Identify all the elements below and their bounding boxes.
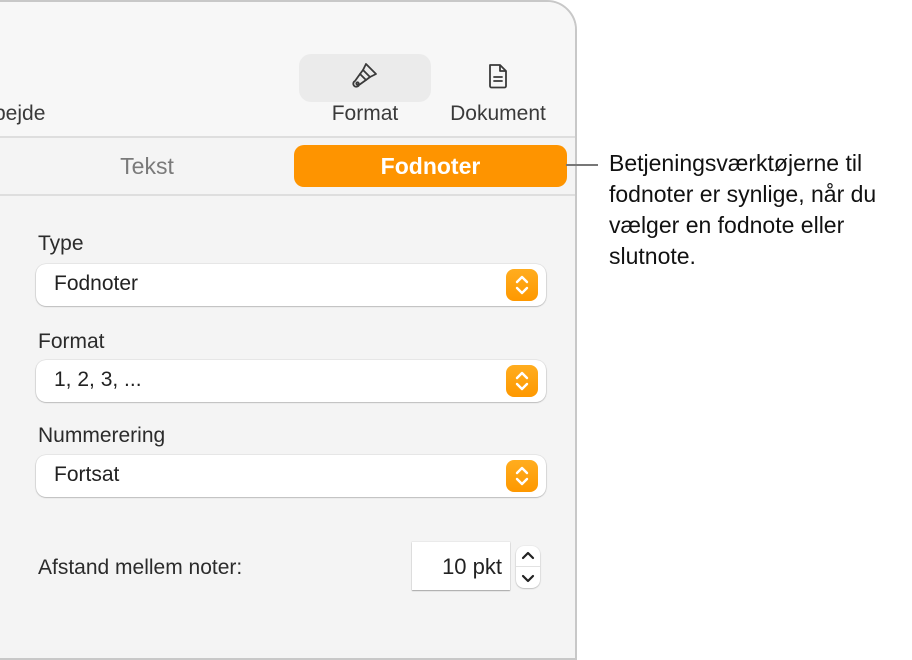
chevron-up-icon [521, 551, 535, 560]
numbering-select-value: Fortsat [54, 463, 120, 486]
footnotes-settings: Type Fodnoter Format 1, 2, 3, ... Nummer… [0, 196, 575, 658]
tab-tekst[interactable]: Tekst [22, 145, 272, 187]
type-select[interactable]: Fodnoter [36, 264, 546, 306]
format-label: Format [38, 330, 105, 353]
chevron-down-icon [521, 574, 535, 582]
stepper-decrement[interactable] [516, 567, 540, 588]
type-select-value: Fodnoter [54, 272, 139, 295]
inspector-tabs: Tekst Fodnoter [0, 138, 575, 194]
numbering-label: Nummerering [38, 424, 166, 447]
chevron-up-down-icon [506, 365, 538, 397]
stepper-increment[interactable] [516, 546, 540, 567]
format-inspector-panel: bejde Format Dokument [0, 0, 577, 660]
type-label: Type [38, 232, 84, 255]
document-button[interactable] [432, 54, 564, 102]
callout-leader-line [566, 164, 598, 166]
note-spacing-value: 10 pkt [442, 554, 502, 579]
tab-fodnoter[interactable]: Fodnoter [294, 145, 567, 187]
callout-text: Betjeningsværktøjerne til fodnoter er sy… [609, 150, 877, 269]
format-button-label[interactable]: Format [299, 102, 431, 126]
chevron-up-down-icon [506, 460, 538, 492]
inspector-toolbar: bejde Format Dokument [0, 2, 575, 136]
note-spacing-label: Afstand mellem noter: [38, 556, 243, 579]
document-button-label[interactable]: Dokument [432, 102, 564, 126]
format-select-value: 1, 2, 3, ... [54, 368, 142, 391]
document-icon [487, 62, 509, 95]
numbering-select[interactable]: Fortsat [36, 455, 546, 497]
format-select[interactable]: 1, 2, 3, ... [36, 360, 546, 402]
chevron-up-down-icon [506, 269, 538, 301]
toolbar-partial-label[interactable]: bejde [0, 102, 45, 126]
format-button[interactable] [299, 54, 431, 102]
note-spacing-stepper[interactable] [516, 546, 540, 588]
note-spacing-field[interactable]: 10 pkt [412, 542, 510, 590]
paintbrush-icon [351, 61, 379, 96]
